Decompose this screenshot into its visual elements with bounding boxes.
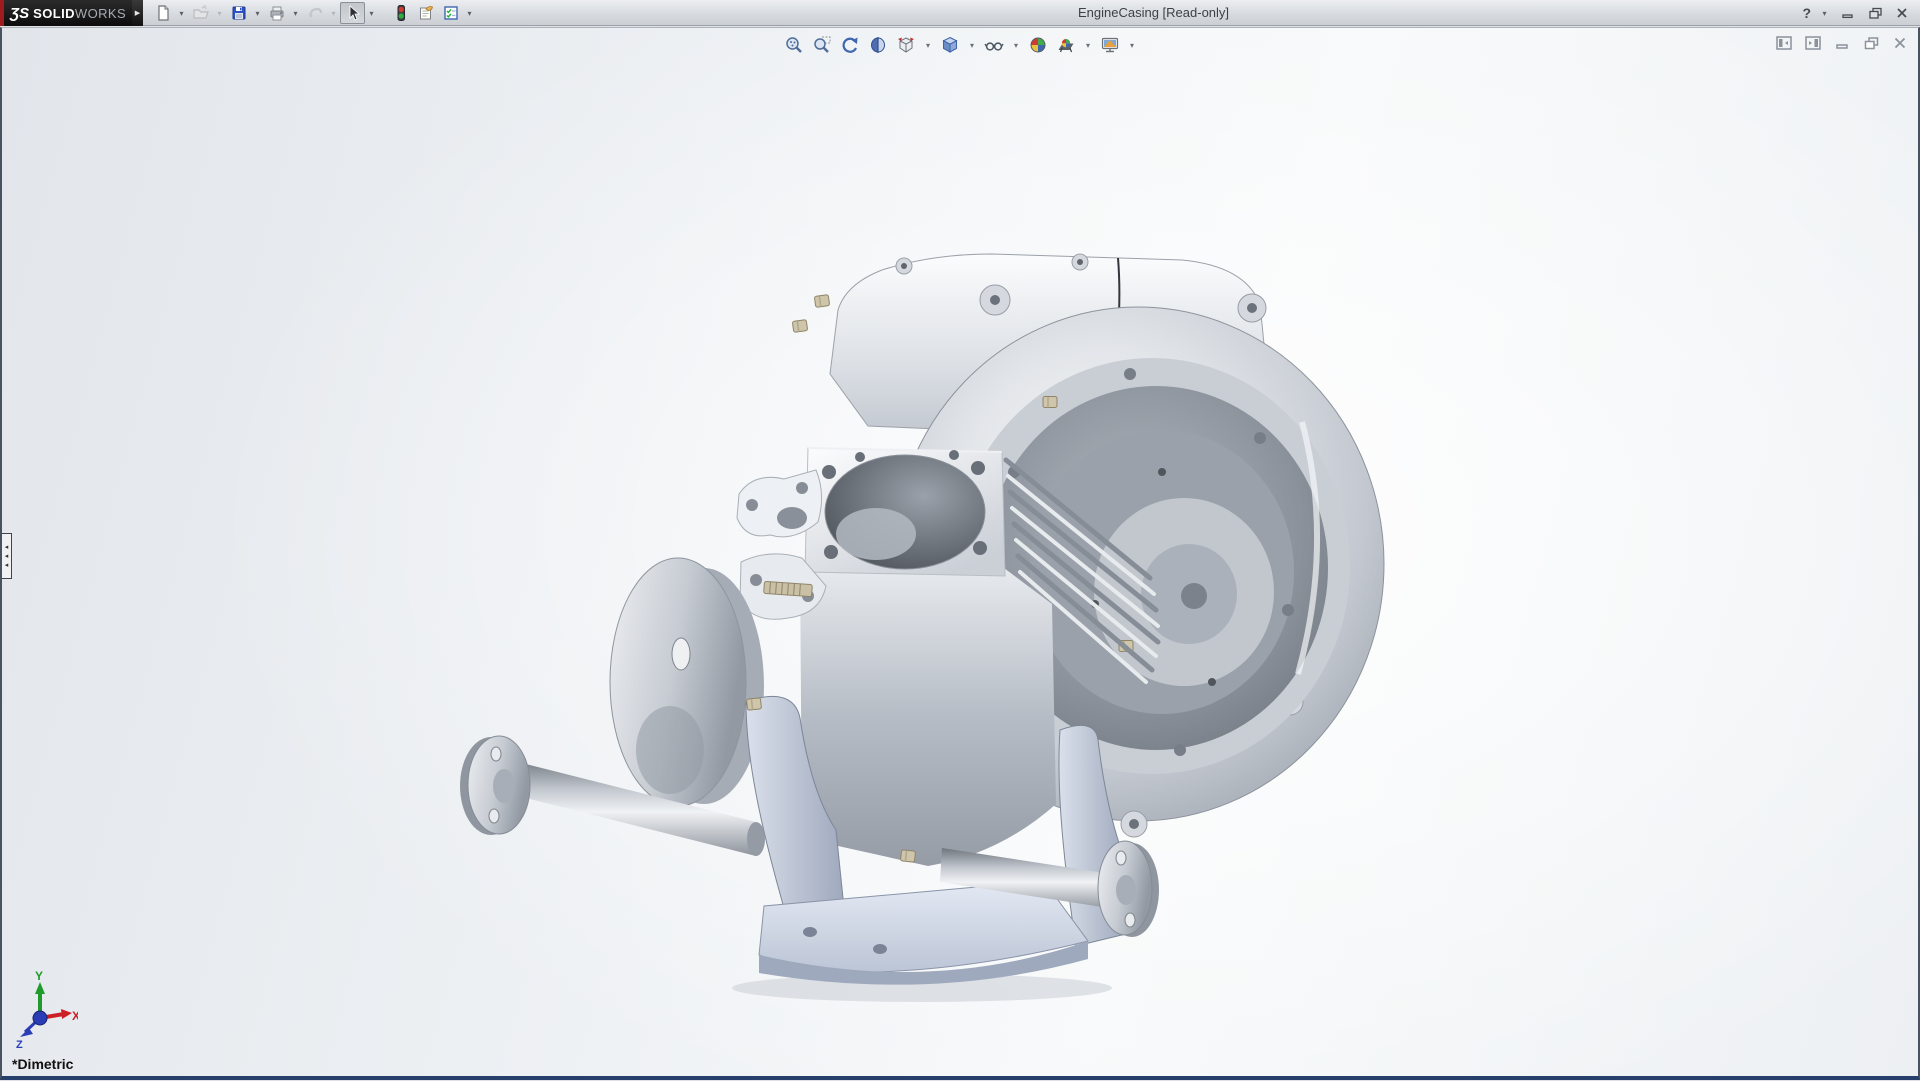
window-title: EngineCasing [Read-only] [1078,5,1229,20]
options-checklist-dropdown[interactable]: ▾ [463,2,476,24]
standard-toolbar: ▾ ▾ ▾ [150,1,476,25]
previous-view-button[interactable] [838,33,862,57]
panel-tab-arrow-icon: ◂ [5,553,9,560]
macro-traffic-light-button[interactable] [388,2,413,24]
engine-casing-3d-model [2,28,1920,1081]
display-style-dropdown[interactable]: ▾ [966,33,978,57]
options-checklist-button[interactable] [438,2,463,24]
reference-triad: Y X Z [8,968,78,1050]
show-right-pane-button[interactable] [1803,34,1823,52]
view-orientation-label: *Dimetric [12,1056,73,1072]
titlebar-controls: ? ▾ [1802,0,1912,26]
zoom-to-area-button[interactable] [810,33,834,57]
edit-note-icon [417,4,435,22]
doc-restore-button[interactable] [1861,34,1881,52]
show-right-pane-icon [1804,35,1822,51]
eyeglasses-icon [984,35,1004,55]
document-window-controls [1774,34,1910,52]
appearance-ball-icon [1028,35,1048,55]
new-document-dropdown[interactable]: ▾ [175,2,188,24]
select-tool-button[interactable] [340,2,365,24]
open-button[interactable] [188,2,213,24]
restore-icon [1868,6,1883,20]
headsup-view-toolbar: ▾ ▾ ▾ [2,33,1918,57]
save-floppy-icon [230,4,248,22]
print-button[interactable] [264,2,289,24]
select-tool-dropdown[interactable]: ▾ [365,2,378,24]
title-bar: ƷS SOLIDWORKS ▶ ▾ ▾ [0,0,1920,26]
edit-appearance-button[interactable] [1026,33,1050,57]
feature-manager-collapsed-tab[interactable]: ◂ ◂ ◂ [2,533,12,579]
print-dropdown[interactable]: ▾ [289,2,302,24]
app-restore-button[interactable] [1865,3,1885,23]
undo-icon [306,4,324,22]
apply-scene-button[interactable] [1054,33,1078,57]
section-view-icon [868,35,888,55]
triad-z-label: Z [16,1039,23,1050]
logo-red-strip [0,0,4,26]
view-orientation-button[interactable] [894,33,918,57]
hide-show-items-button[interactable] [982,33,1006,57]
options-checklist-icon [442,4,460,22]
show-left-pane-button[interactable] [1774,34,1794,52]
apply-scene-dropdown[interactable]: ▾ [1082,33,1094,57]
triad-x-label: X [72,1009,78,1023]
open-dropdown[interactable]: ▾ [213,2,226,24]
brand-solid: SOLID [33,6,75,21]
display-style-button[interactable] [938,33,962,57]
show-left-pane-icon [1775,35,1793,51]
menu-flyout-arrow[interactable]: ▶ [132,0,143,26]
save-button[interactable] [226,2,251,24]
apply-scene-icon [1056,35,1076,55]
display-style-cube-icon [940,35,960,55]
zoom-to-area-icon [812,35,832,55]
zoom-to-fit-icon [784,35,804,55]
brand-works: WORKS [75,6,126,21]
panel-tab-arrow-icon: ◂ [5,562,9,569]
open-folder-icon [192,4,210,22]
minimize-icon [1841,6,1855,20]
edit-note-button[interactable] [413,2,438,24]
view-orientation-cube-icon [896,35,916,55]
solidworks-logo: ƷS SOLIDWORKS [0,0,132,26]
section-view-button[interactable] [866,33,890,57]
print-icon [268,4,286,22]
minimize-icon [1834,35,1850,51]
traffic-light-icon [392,4,410,22]
3d-viewport[interactable]: ▾ ▾ ▾ [0,27,1920,1080]
help-question-icon[interactable]: ? [1802,5,1811,21]
previous-view-icon [840,35,860,55]
view-settings-monitor-icon [1100,35,1120,55]
view-settings-dropdown[interactable]: ▾ [1126,33,1138,57]
view-orientation-dropdown[interactable]: ▾ [922,33,934,57]
restore-icon [1863,35,1880,51]
app-close-button[interactable] [1892,3,1912,23]
new-document-button[interactable] [150,2,175,24]
zoom-to-fit-button[interactable] [782,33,806,57]
logo-3ds-mark: ƷS [10,5,29,22]
triad-y-label: Y [35,969,43,983]
close-icon [1895,6,1909,20]
app-minimize-button[interactable] [1838,3,1858,23]
save-dropdown[interactable]: ▾ [251,2,264,24]
close-icon [1892,35,1908,51]
doc-close-button[interactable] [1890,34,1910,52]
new-document-icon [154,4,172,22]
select-cursor-icon [344,4,362,22]
help-dropdown[interactable]: ▾ [1818,2,1831,24]
panel-tab-arrow-icon: ◂ [5,544,9,551]
undo-dropdown[interactable]: ▾ [327,2,340,24]
doc-minimize-button[interactable] [1832,34,1852,52]
undo-button[interactable] [302,2,327,24]
view-settings-button[interactable] [1098,33,1122,57]
model-left-disc [610,558,764,806]
hide-show-items-dropdown[interactable]: ▾ [1010,33,1022,57]
